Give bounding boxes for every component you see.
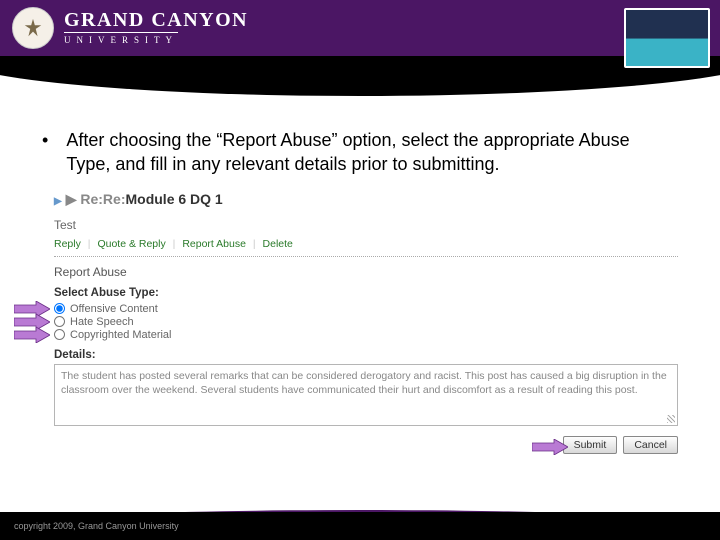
- header-swoosh: [0, 56, 720, 116]
- radio-input[interactable]: [54, 316, 65, 327]
- submit-button[interactable]: Submit: [563, 436, 618, 454]
- select-abuse-type-label: Select Abuse Type:: [54, 287, 678, 299]
- instruction-text: After choosing the “Report Abuse” option…: [66, 128, 678, 177]
- radio-offensive-content[interactable]: Offensive Content: [54, 303, 678, 315]
- thread-title-row: ▶ ▶ Re:Re:Module 6 DQ 1: [54, 191, 678, 208]
- slide-header: GRAND CANYON UNIVERSITY: [0, 0, 720, 56]
- expand-arrow-icon: ▶: [54, 196, 62, 207]
- callout-arrow-icon: [532, 439, 568, 455]
- details-textarea[interactable]: The student has posted several remarks t…: [54, 364, 678, 426]
- cancel-button[interactable]: Cancel: [623, 436, 678, 454]
- thread-prefix: ▶ Re:Re:: [66, 191, 126, 207]
- details-text: The student has posted several remarks t…: [61, 370, 667, 397]
- instruction-bullet: • After choosing the “Report Abuse” opti…: [42, 128, 678, 177]
- slide-content: • After choosing the “Report Abuse” opti…: [0, 116, 720, 454]
- delete-link[interactable]: Delete: [263, 238, 293, 250]
- quote-reply-link[interactable]: Quote & Reply: [97, 238, 165, 250]
- post-actions: Reply | Quote & Reply | Report Abuse | D…: [54, 238, 678, 250]
- details-label: Details:: [54, 349, 678, 361]
- callout-arrow-icon: [14, 327, 50, 343]
- radio-hate-speech[interactable]: Hate Speech: [54, 316, 678, 328]
- logo-line-1: GRAND CANYON: [64, 10, 248, 30]
- university-logo-text: GRAND CANYON UNIVERSITY: [64, 10, 248, 47]
- radio-input[interactable]: [54, 329, 65, 340]
- slide-footer: copyright 2009, Grand Canyon University: [0, 512, 720, 540]
- radio-label: Offensive Content: [70, 303, 158, 315]
- radio-label: Hate Speech: [70, 316, 134, 328]
- university-seal-icon: [12, 7, 54, 49]
- logo-line-2: UNIVERSITY: [64, 32, 178, 45]
- radio-label: Copyrighted Material: [70, 329, 172, 341]
- divider: [54, 256, 678, 257]
- test-label: Test: [54, 218, 678, 232]
- reply-link[interactable]: Reply: [54, 238, 81, 250]
- radio-copyrighted-material[interactable]: Copyrighted Material: [54, 329, 678, 341]
- radio-input[interactable]: [54, 303, 65, 314]
- copyright-text: copyright 2009, Grand Canyon University: [14, 521, 179, 531]
- resize-grip-icon[interactable]: [667, 415, 675, 423]
- embedded-screenshot: ▶ ▶ Re:Re:Module 6 DQ 1 Test Reply | Quot…: [54, 191, 678, 454]
- thread-title-text: Module 6 DQ 1: [125, 191, 222, 207]
- report-abuse-link[interactable]: Report Abuse: [182, 238, 246, 250]
- header-decorative-photo: [624, 8, 710, 68]
- bullet-dot: •: [42, 128, 48, 177]
- report-abuse-heading: Report Abuse: [54, 265, 678, 279]
- button-row: Submit Cancel: [54, 436, 678, 454]
